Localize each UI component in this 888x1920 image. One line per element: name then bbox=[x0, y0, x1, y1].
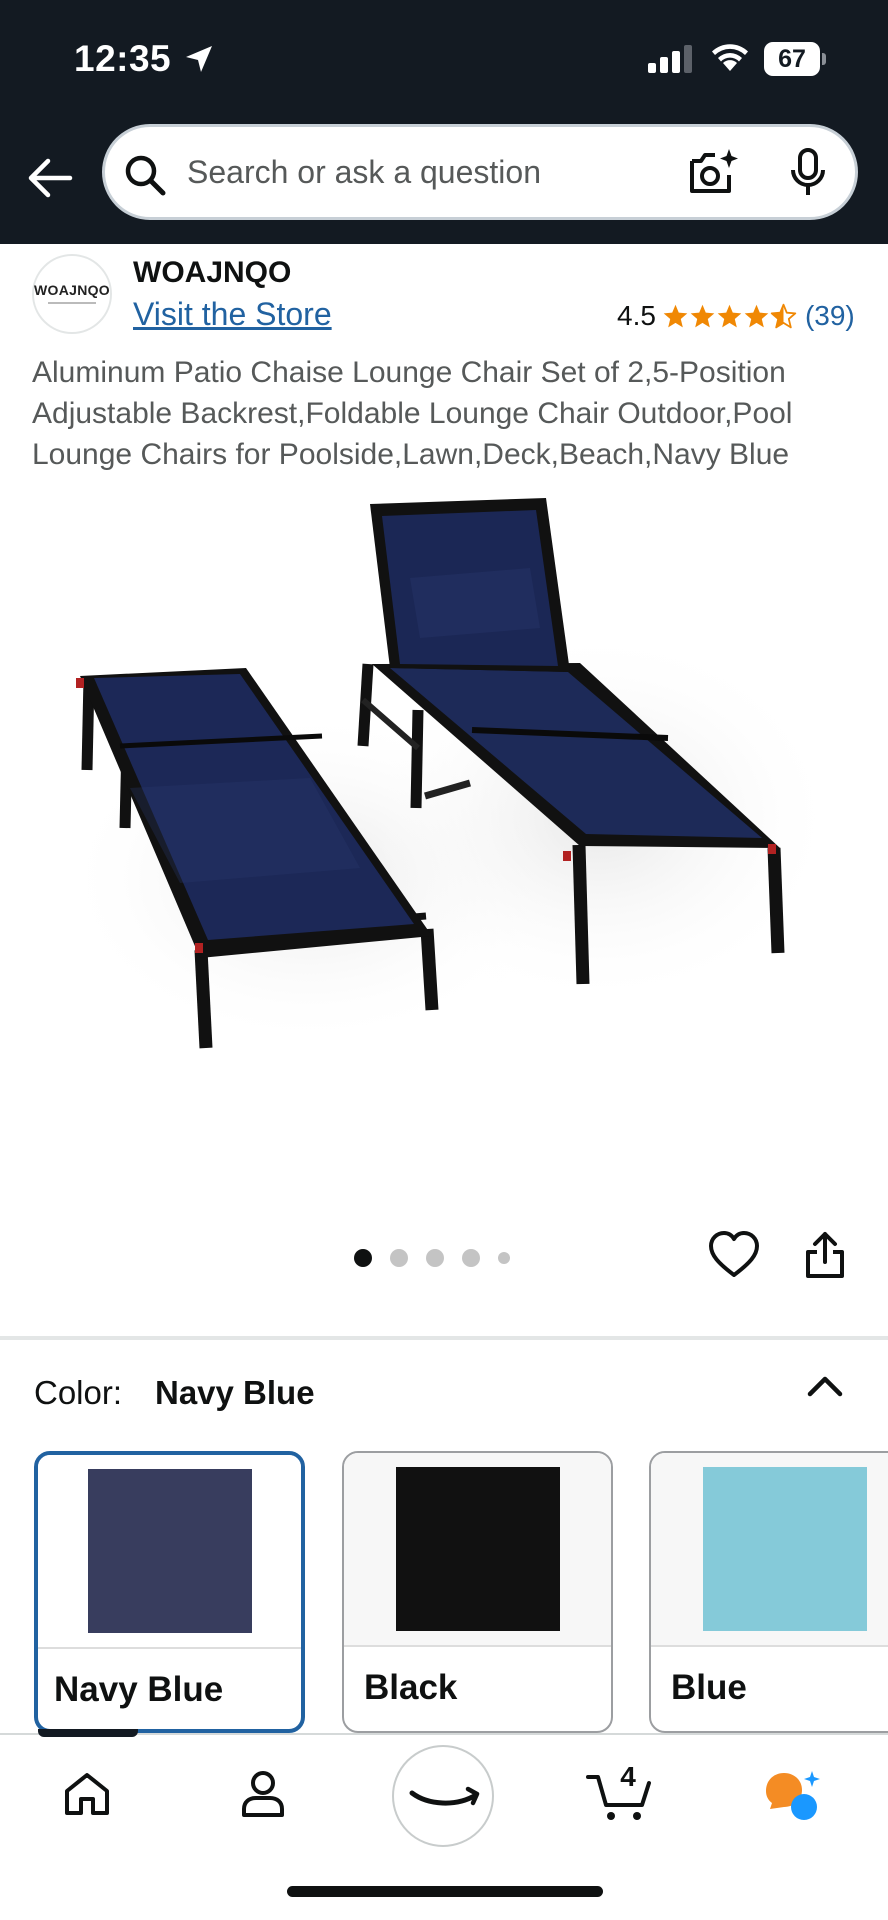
rating-stars bbox=[662, 303, 797, 330]
status-time: 12:35 bbox=[74, 38, 172, 79]
star-icon bbox=[717, 304, 742, 327]
swatch-separator bbox=[651, 1645, 888, 1647]
microphone-icon[interactable] bbox=[788, 147, 828, 199]
visit-store-link[interactable]: Visit the Store bbox=[133, 296, 332, 333]
rating-value: 4.5 bbox=[617, 300, 656, 331]
star-icon bbox=[663, 304, 688, 327]
carousel-dot[interactable] bbox=[462, 1249, 480, 1267]
battery-indicator: 67 bbox=[764, 42, 826, 76]
color-swatch-blue[interactable]: Blue bbox=[649, 1451, 888, 1733]
swatch-color-navy-blue bbox=[88, 1469, 252, 1633]
home-icon[interactable] bbox=[62, 1771, 112, 1817]
swatch-label: Blue bbox=[671, 1668, 747, 1707]
color-swatch-navy-blue[interactable]: Navy Blue bbox=[34, 1451, 305, 1733]
swatch-color-black bbox=[396, 1467, 560, 1631]
search-header bbox=[0, 118, 888, 244]
selected-color-value: Navy Blue bbox=[155, 1374, 315, 1411]
rating-count[interactable]: (39) bbox=[805, 300, 855, 332]
carousel-dot[interactable] bbox=[426, 1249, 444, 1267]
brand-logo[interactable]: WOAJNQO bbox=[32, 254, 112, 334]
star-icon bbox=[690, 304, 715, 327]
carousel-dot[interactable] bbox=[390, 1249, 408, 1267]
heart-icon[interactable] bbox=[708, 1230, 760, 1280]
active-tab-indicator bbox=[38, 1729, 138, 1737]
amazon-smile-icon bbox=[409, 1786, 480, 1806]
swatch-separator bbox=[344, 1645, 611, 1647]
color-label: Color: bbox=[34, 1374, 123, 1411]
brand-logo-tagline bbox=[48, 302, 96, 304]
search-bar[interactable] bbox=[102, 124, 858, 220]
carousel-dot[interactable] bbox=[498, 1252, 510, 1264]
home-indicator-bar bbox=[287, 1886, 603, 1897]
amazon-home-button[interactable] bbox=[392, 1745, 494, 1847]
search-icon bbox=[125, 155, 166, 196]
swatch-separator bbox=[38, 1647, 301, 1649]
swatch-label: Navy Blue bbox=[54, 1670, 224, 1709]
battery-level: 67 bbox=[778, 45, 806, 73]
signal-icon bbox=[648, 45, 692, 73]
profile-icon[interactable] bbox=[240, 1769, 286, 1819]
chevron-up-icon[interactable] bbox=[806, 1372, 844, 1398]
product-title: Aluminum Patio Chaise Lounge Chair Set o… bbox=[32, 356, 793, 471]
swatch-label: Black bbox=[364, 1668, 458, 1707]
back-arrow-icon[interactable] bbox=[24, 152, 76, 204]
wifi-icon bbox=[712, 44, 748, 71]
search-input[interactable] bbox=[187, 151, 657, 193]
location-arrow-icon bbox=[186, 46, 212, 72]
star-icon bbox=[744, 304, 769, 327]
image-carousel-dots[interactable] bbox=[354, 1248, 528, 1268]
product-image[interactable] bbox=[60, 488, 830, 1168]
half-star-icon bbox=[770, 303, 797, 328]
rufus-assistant-icon[interactable] bbox=[762, 1769, 826, 1821]
section-divider bbox=[0, 1336, 888, 1340]
swatch-color-blue bbox=[703, 1467, 867, 1631]
share-icon[interactable] bbox=[804, 1230, 846, 1280]
brand-logo-text: WOAJNQO bbox=[34, 282, 110, 298]
color-swatch-black[interactable]: Black bbox=[342, 1451, 613, 1733]
cart-button[interactable]: 4 bbox=[586, 1761, 656, 1823]
brand-name: WOAJNQO bbox=[133, 256, 292, 289]
carousel-dot-active[interactable] bbox=[354, 1249, 372, 1267]
cart-count-badge: 4 bbox=[620, 1761, 636, 1792]
status-bar: 12:35 67 bbox=[0, 0, 888, 118]
rating-summary[interactable]: 4.5 (39) bbox=[617, 298, 855, 334]
battery-cap bbox=[822, 53, 826, 65]
camera-search-icon[interactable] bbox=[687, 147, 739, 197]
